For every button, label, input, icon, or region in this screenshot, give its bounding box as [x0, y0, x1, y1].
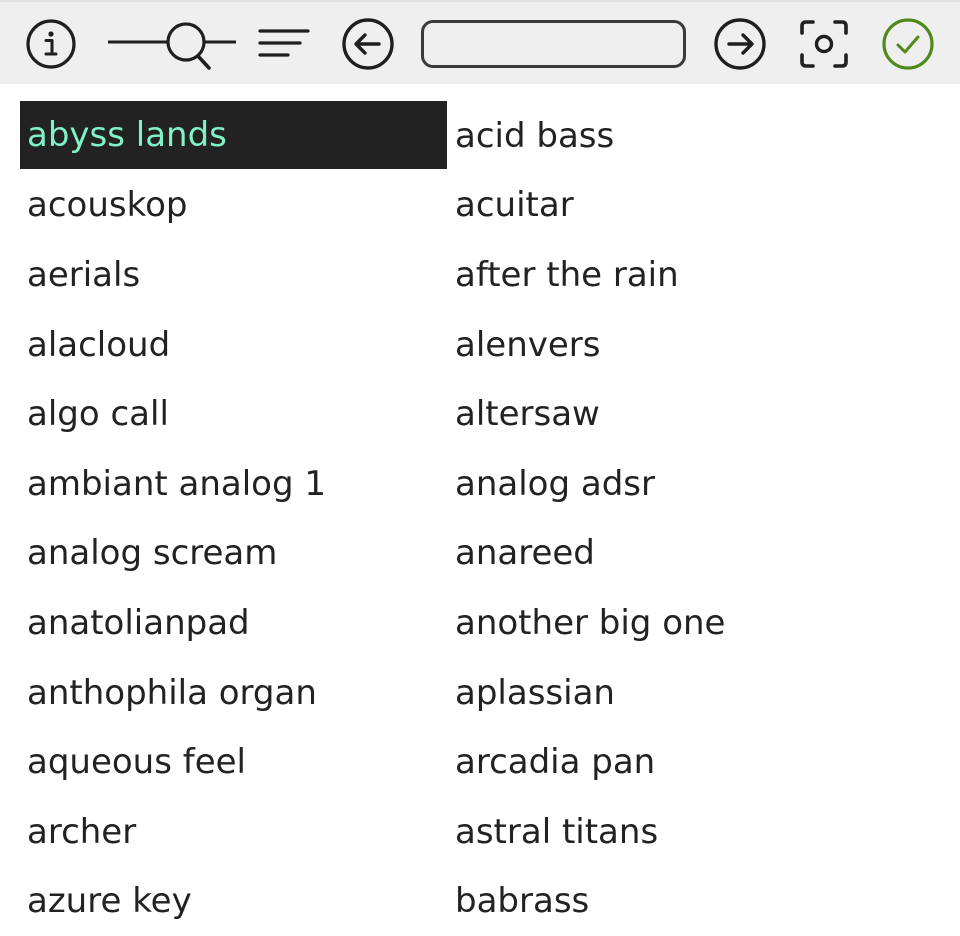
list-item[interactable]: anthophila organ	[20, 658, 447, 728]
list-item[interactable]: azure key	[20, 867, 447, 936]
confirm-check-icon	[882, 18, 934, 70]
capture-button[interactable]	[796, 2, 852, 86]
list-item[interactable]: archer	[20, 797, 447, 867]
previous-button[interactable]	[340, 2, 396, 86]
list-item[interactable]: altersaw	[447, 379, 878, 449]
list-item[interactable]: astral titans	[447, 797, 878, 867]
search-toggle-button[interactable]	[106, 2, 238, 86]
list-item[interactable]: aplassian	[447, 658, 878, 728]
info-icon	[26, 19, 76, 69]
list-item[interactable]: babrass	[447, 867, 878, 936]
list-item[interactable]: ambiant analog 1	[20, 449, 447, 519]
list-item[interactable]: acid bass	[447, 101, 878, 171]
list-item[interactable]: acuitar	[447, 171, 878, 241]
list-item[interactable]: another big one	[447, 588, 878, 658]
list-item[interactable]: alacloud	[20, 310, 447, 380]
list-item[interactable]: analog adsr	[447, 449, 878, 519]
list-item[interactable]: aqueous feel	[20, 727, 447, 797]
list-item[interactable]: after the rain	[447, 240, 878, 310]
filter-button[interactable]	[256, 2, 312, 86]
list-item[interactable]: anatolianpad	[20, 588, 447, 658]
filter-lines-icon	[258, 29, 310, 57]
preset-list: abyss lands acid bass acouskop acuitar a…	[20, 101, 878, 936]
list-item[interactable]: algo call	[20, 379, 447, 449]
confirm-button[interactable]	[880, 2, 936, 86]
list-item[interactable]: aerials	[20, 240, 447, 310]
arrow-right-icon	[714, 18, 766, 70]
list-item[interactable]: anareed	[447, 519, 878, 589]
list-item[interactable]: analog scream	[20, 519, 447, 589]
list-item[interactable]: arcadia pan	[447, 727, 878, 797]
next-button[interactable]	[712, 2, 768, 86]
search-input[interactable]	[421, 20, 686, 68]
arrow-left-icon	[342, 18, 394, 70]
list-item-selected[interactable]: abyss lands	[20, 101, 447, 169]
list-item[interactable]: acouskop	[20, 171, 447, 241]
toolbar	[0, 0, 960, 84]
list-item[interactable]: alenvers	[447, 310, 878, 380]
capture-icon	[800, 20, 848, 68]
info-button[interactable]	[24, 2, 78, 86]
magnifier-icon	[108, 22, 236, 70]
